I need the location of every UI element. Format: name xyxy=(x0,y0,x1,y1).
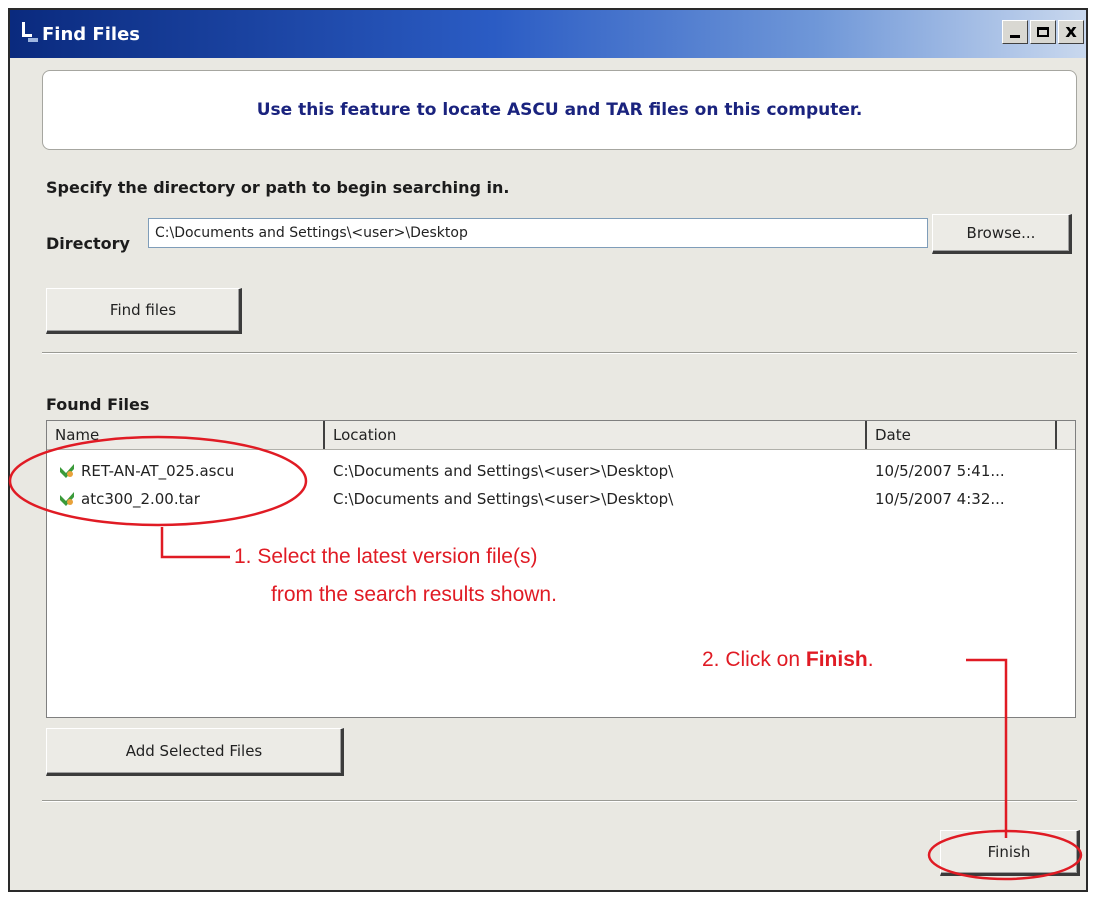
find-files-window: Find Files x Use this feature to locate … xyxy=(8,8,1088,892)
maximize-icon xyxy=(1037,27,1049,37)
list-header: Name Location Date xyxy=(47,421,1075,450)
found-files-list[interactable]: Name Location Date RET-AN-AT_025.ascu C:… xyxy=(46,420,1076,718)
file-name: atc300_2.00.tar xyxy=(81,490,200,508)
maximize-button[interactable] xyxy=(1030,20,1056,44)
file-location: C:\Documents and Settings\<user>\Desktop… xyxy=(333,490,674,508)
annotation-step1-line2: from the search results shown. xyxy=(271,583,557,606)
title-bar[interactable]: Find Files x xyxy=(10,10,1086,58)
finish-button-label: Finish xyxy=(987,843,1031,861)
annotation-step2-prefix: 2. Click on xyxy=(702,648,806,671)
finish-button[interactable]: Finish xyxy=(940,830,1080,876)
search-instruction: Specify the directory or path to begin s… xyxy=(46,178,510,197)
find-files-button-label: Find files xyxy=(109,301,177,319)
list-item[interactable]: RET-AN-AT_025.ascu C:\Documents and Sett… xyxy=(47,457,1075,485)
separator-bottom xyxy=(42,800,1077,802)
annotation-step1-line1: 1. Select the latest version file(s) xyxy=(234,545,538,568)
directory-input[interactable]: C:\Documents and Settings\<user>\Desktop xyxy=(148,218,928,248)
close-button[interactable]: x xyxy=(1058,20,1084,44)
minimize-button[interactable] xyxy=(1002,20,1028,44)
column-header-name[interactable]: Name xyxy=(47,421,325,449)
annotation-step2: 2. Click on Finish. xyxy=(702,648,874,672)
column-header-location[interactable]: Location xyxy=(325,421,867,449)
window-title: Find Files xyxy=(42,24,140,45)
info-banner: Use this feature to locate ASCU and TAR … xyxy=(42,70,1077,150)
annotation-step2-bold: Finish xyxy=(805,648,868,671)
file-date: 10/5/2007 4:32... xyxy=(875,490,1005,508)
find-files-button[interactable]: Find files xyxy=(46,288,242,334)
column-header-date[interactable]: Date xyxy=(867,421,1057,449)
banner-text: Use this feature to locate ASCU and TAR … xyxy=(256,100,863,120)
browse-button[interactable]: Browse... xyxy=(932,214,1072,254)
found-files-label: Found Files xyxy=(46,395,150,414)
annotation-step2-suffix: . xyxy=(867,648,874,671)
separator-top xyxy=(42,352,1077,354)
file-location: C:\Documents and Settings\<user>\Desktop… xyxy=(333,462,674,480)
add-selected-files-label: Add Selected Files xyxy=(125,742,263,760)
window-controls: x xyxy=(1002,20,1084,44)
app-icon xyxy=(22,22,38,42)
directory-label: Directory xyxy=(46,234,130,253)
file-icon xyxy=(60,492,74,506)
browse-button-label: Browse... xyxy=(966,224,1036,242)
file-date: 10/5/2007 5:41... xyxy=(875,462,1005,480)
close-icon: x xyxy=(1065,21,1077,42)
minimize-icon xyxy=(1010,35,1020,38)
file-icon xyxy=(60,464,74,478)
list-item[interactable]: atc300_2.00.tar C:\Documents and Setting… xyxy=(47,485,1075,513)
add-selected-files-button[interactable]: Add Selected Files xyxy=(46,728,344,776)
file-name: RET-AN-AT_025.ascu xyxy=(81,462,235,480)
